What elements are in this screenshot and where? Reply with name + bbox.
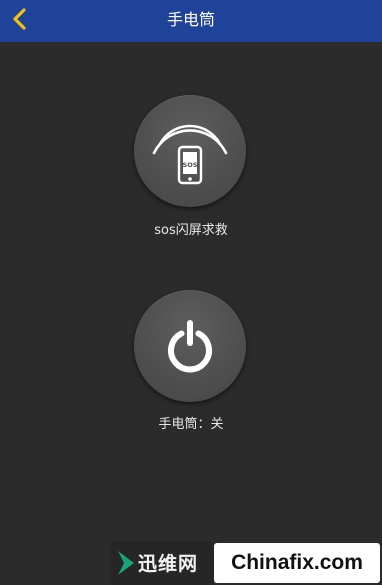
sos-icon-text: SOS — [183, 161, 198, 169]
watermark-domain-box: Chinafix.com — [214, 543, 380, 583]
watermark-brand: 迅维网 — [138, 553, 199, 575]
app-header: 手电筒 — [0, 0, 382, 42]
sos-flash-button[interactable]: SOS — [134, 95, 246, 207]
flashlight-power-button[interactable] — [134, 290, 246, 402]
watermark-brand-box: 迅维网 — [110, 541, 214, 585]
phone-signal-icon: SOS — [152, 124, 228, 185]
watermark-domain: Chinafix.com — [231, 551, 363, 574]
watermark: 迅维网 Chinafix.com — [110, 541, 382, 585]
arrow-right-icon — [118, 551, 134, 575]
sos-flash-label: sos闪屏求救 — [154, 223, 228, 238]
power-icon — [168, 320, 212, 373]
flashlight-status-label: 手电筒：关 — [158, 417, 224, 432]
page-title: 手电筒 — [166, 10, 215, 29]
